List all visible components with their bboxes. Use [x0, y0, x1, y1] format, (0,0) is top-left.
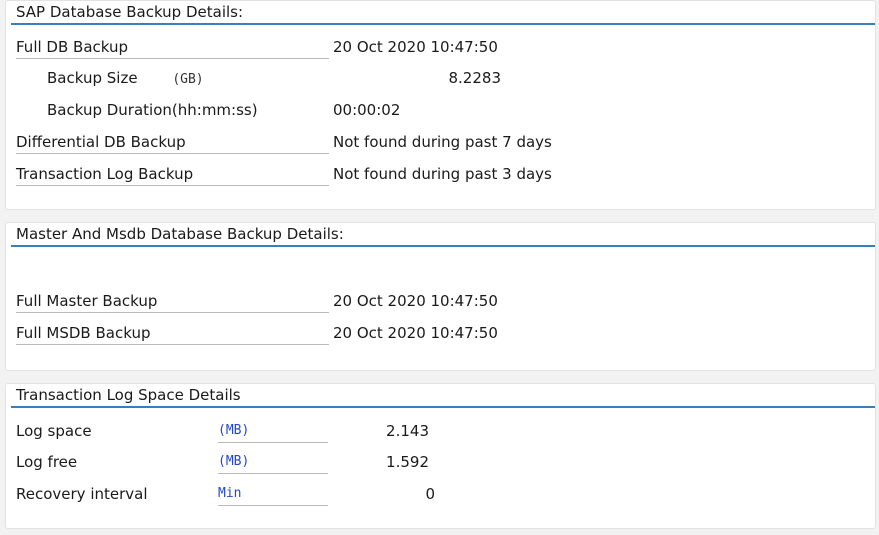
log-space-unit: (MB) [218, 420, 328, 443]
log-free-label: Log free [16, 453, 78, 471]
translog-backup-label: Transaction Log Backup [16, 163, 329, 186]
log-space-panel: Transaction Log Space Details Log space … [5, 383, 876, 529]
recovery-interval-value: 0 [425, 485, 435, 503]
panel-title: Transaction Log Space Details [16, 386, 241, 404]
panel-divider [11, 245, 875, 247]
log-space-value: 2.143 [386, 422, 429, 440]
sap-backup-panel: SAP Database Backup Details: Full DB Bac… [5, 0, 876, 210]
log-free-unit: (MB) [218, 451, 328, 474]
panel-title: Master And Msdb Database Backup Details: [16, 225, 344, 243]
differential-backup-value: Not found during past 7 days [333, 133, 552, 151]
backup-size-unit: (GB) [172, 72, 204, 87]
full-msdb-backup-label: Full MSDB Backup [16, 322, 329, 345]
log-free-value: 1.592 [386, 453, 429, 471]
full-db-backup-value: 20 Oct 2020 10:47:50 [333, 38, 498, 56]
backup-size-label: Backup Size [47, 69, 138, 87]
full-msdb-backup-value: 20 Oct 2020 10:47:50 [333, 324, 498, 342]
panel-divider [11, 406, 875, 408]
full-db-backup-label: Full DB Backup [16, 36, 329, 59]
master-msdb-panel: Master And Msdb Database Backup Details:… [5, 222, 876, 371]
backup-duration-value: 00:00:02 [333, 101, 401, 119]
backup-size-value: 8.2283 [448, 69, 502, 87]
recovery-interval-label: Recovery interval [16, 485, 148, 503]
backup-size-row: Backup Size (GB) [16, 67, 329, 89]
backup-duration-label: Backup Duration(hh:mm:ss) [47, 101, 258, 119]
panel-title: SAP Database Backup Details: [16, 3, 244, 21]
translog-backup-value: Not found during past 3 days [333, 165, 552, 183]
full-master-backup-label: Full Master Backup [16, 290, 329, 313]
recovery-interval-unit: Min [218, 483, 328, 506]
panel-divider [11, 23, 875, 25]
full-master-backup-value: 20 Oct 2020 10:47:50 [333, 292, 498, 310]
log-space-label: Log space [16, 422, 92, 440]
differential-backup-label: Differential DB Backup [16, 131, 329, 154]
